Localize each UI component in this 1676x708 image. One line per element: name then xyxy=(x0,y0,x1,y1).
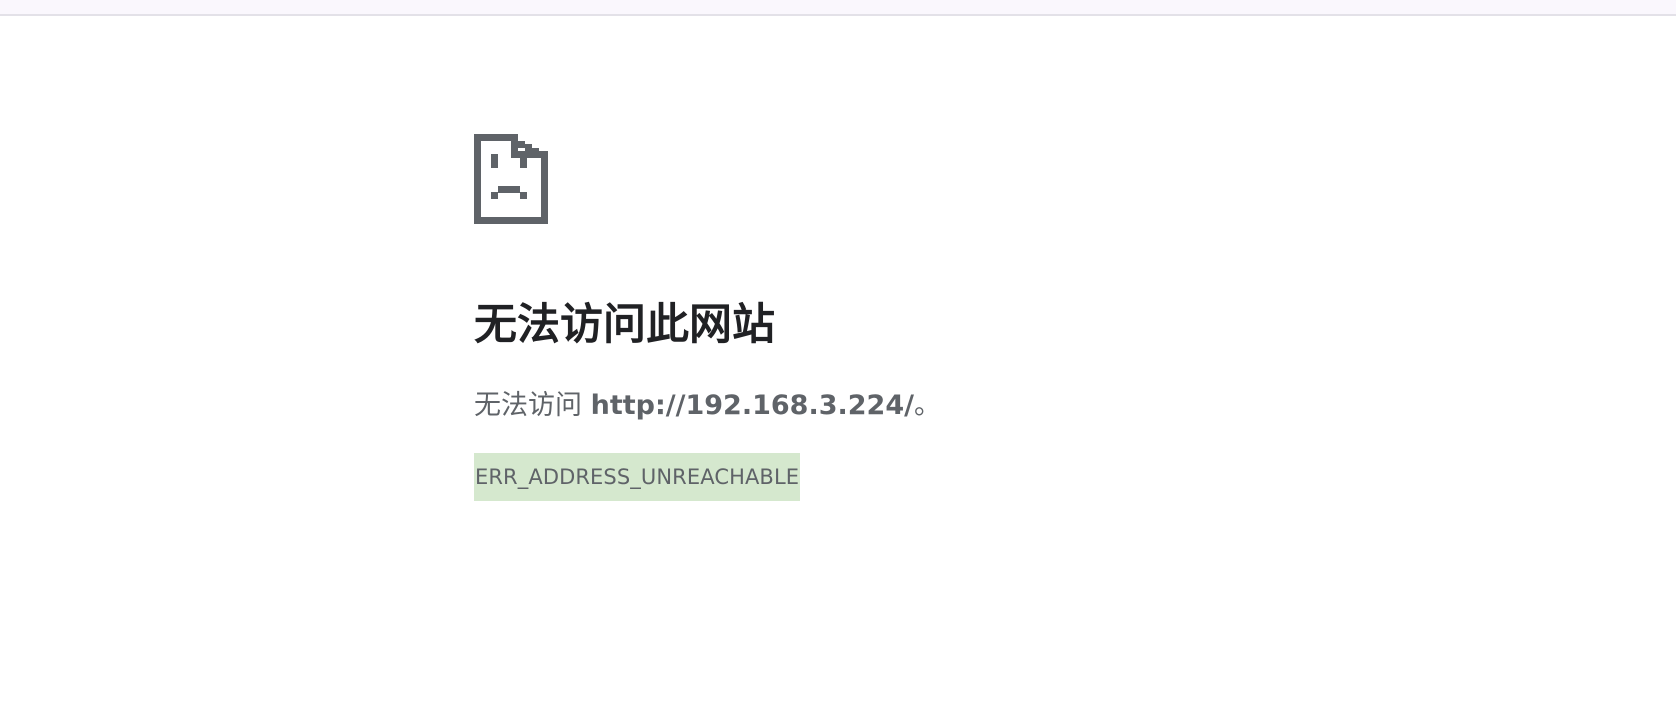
error-code: ERR_ADDRESS_UNREACHABLE xyxy=(474,453,801,501)
error-title: 无法访问此网站 xyxy=(474,300,775,350)
unreachable-url: http://192.168.3.224/ xyxy=(590,390,914,421)
error-message-prefix: 无法访问 xyxy=(474,390,591,421)
error-message-suffix: 。 xyxy=(913,390,941,421)
error-message: 无法访问 http://192.168.3.224/。 xyxy=(474,388,1194,424)
error-content: 无法访问此网站 无法访问 http://192.168.3.224/。 ERR_… xyxy=(474,134,1194,501)
browser-top-strip xyxy=(0,0,1676,16)
sad-page-icon xyxy=(474,134,548,224)
